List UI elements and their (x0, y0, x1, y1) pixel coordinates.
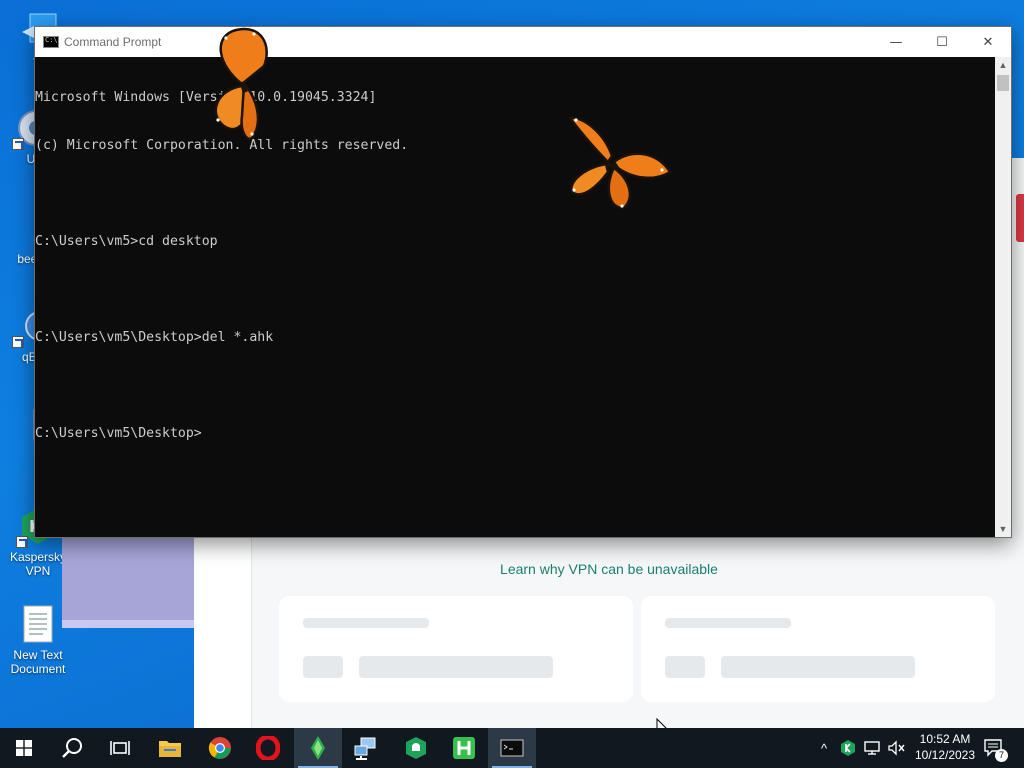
kaspersky-vpn-button[interactable] (294, 728, 342, 768)
show-hidden-icons-chevron-icon[interactable]: ^ (814, 738, 834, 758)
windows-logo-icon (16, 740, 32, 756)
scrollbar-thumb[interactable] (997, 75, 1009, 91)
vpn-info-card-left (279, 596, 633, 702)
chrome-icon (208, 737, 231, 759)
command-prompt-window[interactable]: Command Prompt — ☐ ✕ Microsoft Windows [… (34, 26, 1012, 538)
start-button[interactable] (0, 728, 48, 768)
action-center-button[interactable]: 7 (982, 736, 1008, 762)
network-app-button[interactable] (342, 728, 390, 768)
console-line: C:\Users\vm5\Desktop>del *.ahk (35, 330, 274, 345)
clock-time: 10:52 AM (919, 732, 971, 746)
console-line: C:\Users\vm5>cd desktop (35, 234, 218, 249)
search-button[interactable] (48, 728, 96, 768)
h-app-icon (453, 737, 475, 759)
close-button[interactable]: ✕ (965, 27, 1011, 57)
shortcut-arrow-icon (12, 138, 24, 150)
notification-count-badge: 7 (995, 749, 1008, 762)
cmd-icon (500, 739, 524, 757)
purple-desktop-widget (62, 530, 194, 628)
console-prompt-line: C:\Users\vm5\Desktop> (35, 426, 202, 441)
search-icon (62, 738, 82, 758)
desktop-icon-label: New Text Document (10, 648, 66, 676)
taskbar: ^ 10:52 AM 10/12/2023 7 (0, 728, 1024, 768)
console-line: Microsoft Windows [Version 10.0.19045.33… (35, 90, 377, 105)
clock-date: 10/12/2023 (914, 748, 976, 762)
console-line: ​ (35, 378, 995, 394)
opera-icon (256, 736, 280, 760)
cmd-taskbar-button[interactable] (488, 728, 536, 768)
vertical-scrollbar[interactable]: ▲ ▼ (995, 57, 1011, 537)
scroll-down-arrow-icon[interactable]: ▼ (995, 521, 1011, 537)
shortcut-arrow-icon (12, 336, 24, 348)
console-line: (c) Microsoft Corporation. All rights re… (35, 138, 409, 153)
learn-why-vpn-unavailable-link[interactable]: Learn why VPN can be unavailable (194, 561, 1024, 577)
skeleton-line (665, 618, 791, 628)
skeleton-pill (303, 656, 343, 678)
opera-button[interactable] (244, 728, 292, 768)
skeleton-line (303, 618, 429, 628)
task-view-icon (110, 741, 130, 755)
kaspersky-secure-button[interactable] (392, 728, 440, 768)
cmd-icon (43, 36, 59, 48)
console-line: ​ (35, 282, 995, 298)
shortcut-arrow-icon (16, 536, 28, 548)
folder-icon (159, 741, 181, 757)
cmd-titlebar[interactable]: Command Prompt — ☐ ✕ (35, 27, 1011, 57)
cmd-console-output[interactable]: Microsoft Windows [Version 10.0.19045.33… (35, 57, 995, 537)
scroll-up-arrow-icon[interactable]: ▲ (995, 57, 1011, 73)
text-document-icon (18, 604, 58, 644)
volume-muted-icon[interactable] (886, 738, 906, 758)
chrome-button[interactable] (196, 728, 244, 768)
console-line: ​ (35, 186, 995, 202)
butterfly-left (214, 27, 268, 140)
taskbar-clock[interactable]: 10:52 AM 10/12/2023 (910, 731, 980, 763)
kaspersky-icon (311, 736, 325, 760)
skeleton-bar (359, 656, 553, 678)
maximize-button[interactable]: ☐ (919, 27, 965, 57)
h-app-button[interactable] (440, 728, 488, 768)
kaspersky-shield-icon (406, 737, 426, 759)
minimize-button[interactable]: — (873, 27, 919, 57)
kaspersky-tray-icon[interactable] (838, 738, 858, 758)
butterfly-right (567, 116, 672, 210)
network-computer-icon (354, 737, 376, 760)
skeleton-pill (665, 656, 705, 678)
file-explorer-button[interactable] (146, 728, 194, 768)
network-status-icon[interactable] (862, 738, 882, 758)
task-view-button[interactable] (96, 728, 144, 768)
window-title: Command Prompt (64, 35, 162, 49)
vpn-info-card-right (641, 596, 995, 702)
vpn-alert-tab[interactable] (1016, 194, 1024, 242)
skeleton-bar (721, 656, 915, 678)
